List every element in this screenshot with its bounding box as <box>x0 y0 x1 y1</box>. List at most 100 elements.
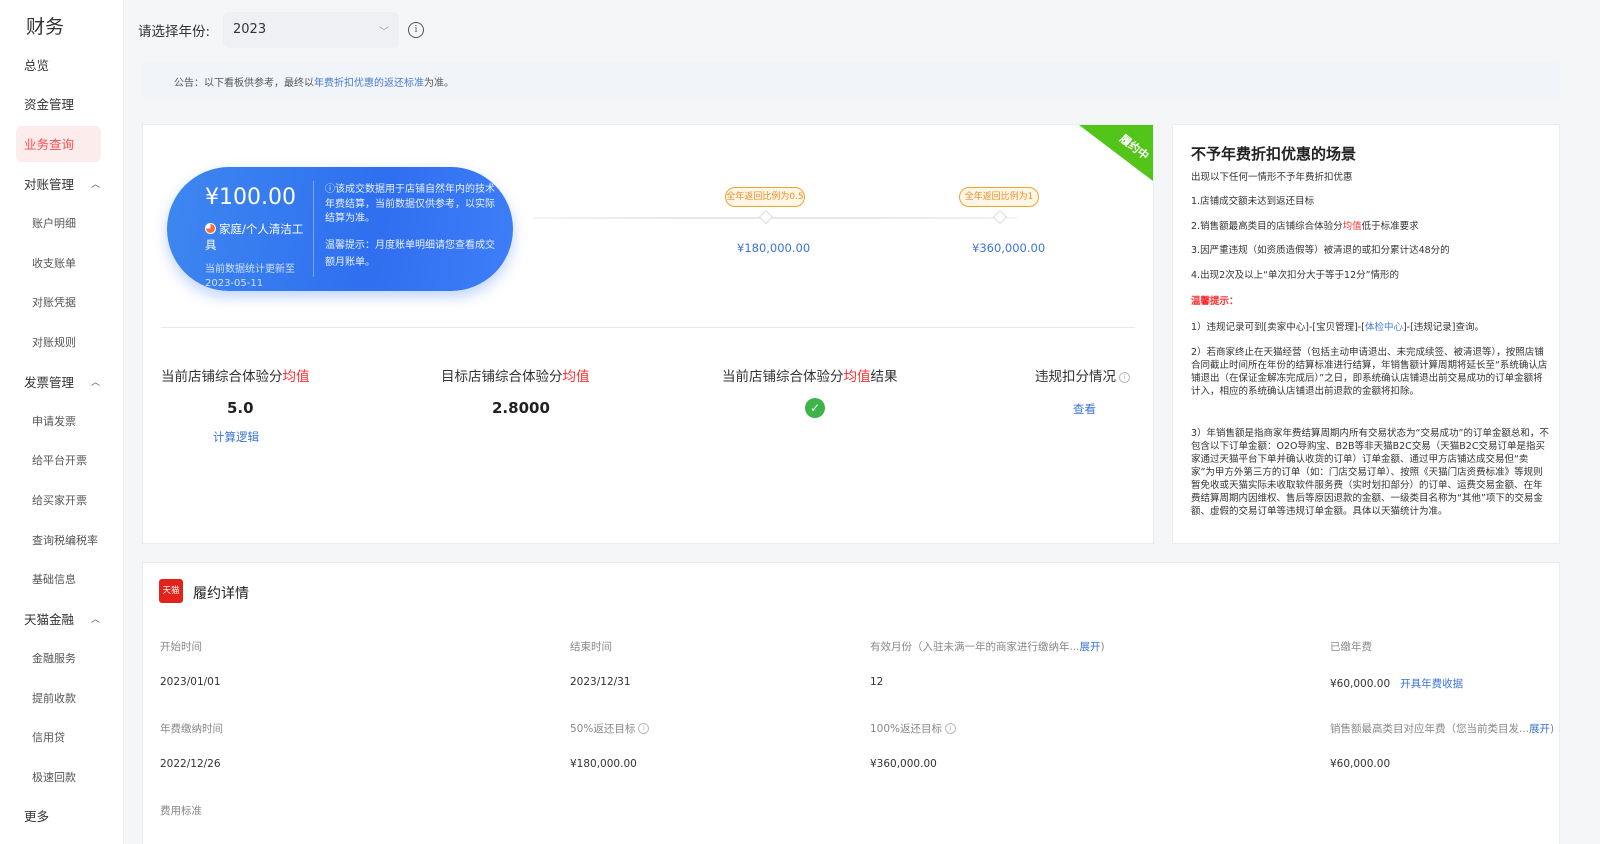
score-result-label: 当前店铺综合体验分均值结果 <box>722 369 898 385</box>
tip-item: 2）若商家终止在天猫经营（包括主动申请退出、未完成续签、被清退等），按照店铺合同… <box>1191 347 1548 397</box>
category-name: 家庭/个人清洁工具 <box>205 222 304 252</box>
tip-item: 3）年销售额是指商家年费结算周期内所有交易状态为“交易成功”的订单金额总和，不包… <box>1191 428 1549 517</box>
chevron-up-icon: ︿ <box>91 180 101 190</box>
sidebar-item-more[interactable]: 更多 <box>24 807 49 827</box>
summary-tip: 温馨提示：月度账单明细请您查看成交额月账单。 <box>325 240 495 268</box>
sidebar-group-label: 对账管理 <box>24 177 75 192</box>
sidebar-item-overview[interactable]: 总览 <box>24 56 49 76</box>
info-icon: i <box>638 723 650 734</box>
panel-title: 不予年费折扣优惠的场景 <box>1191 145 1357 163</box>
paid-fee-label: 已缴年费 <box>1330 641 1372 653</box>
sidebar-item-rules[interactable]: 对账规则 <box>32 334 76 352</box>
full-return-target-value: ¥360,000.00 <box>870 758 937 770</box>
info-icon: i <box>945 723 957 734</box>
expand-link[interactable]: 展开 <box>1529 723 1550 735</box>
target-score-label: 目标店铺综合体验分均值 <box>441 369 590 385</box>
sidebar-group-reconciliation[interactable]: 对账管理 ︿ <box>24 175 104 195</box>
divider <box>313 181 314 277</box>
sidebar-item-tax-rate[interactable]: 查询税编税率 <box>32 532 98 550</box>
sidebar-item-account-detail[interactable]: 账户明细 <box>32 215 76 233</box>
info-icon[interactable]: i <box>408 22 424 38</box>
rule-item: 4.出现2次及以上“单次扣分大于等于12分”情形的 <box>1191 270 1400 281</box>
current-score-value: 5.0 <box>227 399 254 417</box>
summary-note: ⓘ该成交数据用于店铺自然年内的技术年费结算，当前数据仅供参考，以实际结算为准。 <box>325 184 495 224</box>
top-category-fee-value: ¥60,000.00 <box>1330 758 1391 770</box>
chevron-down-icon: ﹀ <box>379 27 389 38</box>
sidebar-item-invoice-platform[interactable]: 给平台开票 <box>32 452 87 470</box>
tmall-logo: 天猫 <box>159 579 183 603</box>
sidebar-item-invoice-buyer[interactable]: 给买家开票 <box>32 492 87 510</box>
chevron-up-icon: ︿ <box>91 615 101 625</box>
top-category-fee-label: 销售额最高类目对应年费（您当前类目发...展开) <box>1330 723 1555 735</box>
milestone-half-marker <box>758 209 774 225</box>
issue-receipt-link[interactable]: 开具年费收据 <box>1400 678 1463 690</box>
year-value: 2023 <box>233 22 267 37</box>
fee-payment-time-label: 年费缴纳时间 <box>160 723 223 735</box>
divider <box>161 327 1135 328</box>
half-return-target-value: ¥180,000.00 <box>570 758 637 770</box>
notice-link[interactable]: 年费折扣优惠的返还标准 <box>314 78 424 89</box>
rule-item: 1.店铺成交额未达到返还目标 <box>1191 196 1315 207</box>
milestone-full-amount: ¥360,000.00 <box>972 241 1046 255</box>
sidebar-item-vouchers[interactable]: 对账凭据 <box>32 294 76 312</box>
tip-item: 1）违规记录可到[卖家中心]-[宝贝管理]-[体检中心]-[违规记录]查询。 <box>1191 322 1485 333</box>
info-icon: i <box>1119 372 1130 383</box>
check-icon: ✓ <box>805 398 825 418</box>
sidebar-item-apply-invoice[interactable]: 申请发票 <box>32 413 76 431</box>
start-time-value: 2023/01/01 <box>160 676 221 688</box>
sidebar-item-business-query[interactable]: 业务查询 <box>16 126 101 162</box>
sidebar-item-credit-loan[interactable]: 信用贷 <box>32 729 65 747</box>
sidebar-group-invoice[interactable]: 发票管理 ︿ <box>24 373 104 393</box>
milestone-full-label: 全年返回比例为1 <box>959 187 1039 207</box>
sidebar-item-label: 业务查询 <box>24 137 75 152</box>
end-time-label: 结束时间 <box>570 641 612 653</box>
warning-title: 温馨提示： <box>1191 296 1239 307</box>
sidebar-item-funds[interactable]: 资金管理 <box>24 95 74 115</box>
sidebar: 财务 总览 资金管理 业务查询 对账管理 ︿ 账户明细 收支账单 对账凭据 对账… <box>0 0 124 844</box>
notice-suffix: 为准。 <box>424 78 454 89</box>
expand-link[interactable]: 展开 <box>1080 641 1101 653</box>
sidebar-item-early-collection[interactable]: 提前收款 <box>32 690 76 708</box>
year-label: 请选择年份: <box>138 24 211 40</box>
sidebar-item-bills[interactable]: 收支账单 <box>32 255 76 273</box>
performance-card: 履约中 ¥100.00 家庭/个人清洁工具 当前数据统计更新至 2023-05-… <box>142 124 1154 544</box>
valid-months-value: 12 <box>870 676 884 688</box>
milestone-half-label: 全年返回比例为0.5 <box>725 187 805 207</box>
progress-track <box>533 217 1017 219</box>
view-violation-link[interactable]: 查看 <box>1073 401 1096 417</box>
target-score-value: 2.8000 <box>492 399 550 417</box>
full-return-target-label: 100%返还目标 i <box>870 721 957 736</box>
fee-standard-label: 费用标准 <box>160 805 202 817</box>
milestone-full-marker <box>992 209 1008 225</box>
current-score-label: 当前店铺综合体验分均值 <box>161 369 310 385</box>
sidebar-item-fast-payment[interactable]: 极速回款 <box>32 769 76 787</box>
sales-amount: ¥100.00 <box>205 185 296 210</box>
status-ribbon: 履约中 <box>1079 125 1153 181</box>
sidebar-group-label: 天猫金融 <box>24 612 75 627</box>
calc-logic-link[interactable]: 计算逻辑 <box>213 429 259 445</box>
year-select[interactable]: 2023 ﹀ <box>223 12 399 48</box>
end-time-value: 2023/12/31 <box>570 676 631 688</box>
sidebar-item-finance-service[interactable]: 金融服务 <box>32 650 76 668</box>
panel-intro: 出现以下任何一情形不予年费折扣优惠 <box>1191 172 1353 183</box>
violation-label: 违规扣分情况 i <box>1035 365 1130 385</box>
rule-item: 2.销售额最高类目的店铺综合体验分均值低于标准要求 <box>1191 221 1419 232</box>
notice-text: 公告：以下看板供参考，最终以年费折扣优惠的返还标准为准。 <box>174 74 454 89</box>
rule-item: 3.因严重违规（如资质造假等）被清退的或扣分累计达48分的 <box>1191 245 1450 256</box>
sales-summary-pill: ¥100.00 家庭/个人清洁工具 当前数据统计更新至 2023-05-11 ⓘ… <box>167 167 513 291</box>
half-return-target-label: 50%返还目标 i <box>570 721 650 736</box>
milestone-half-amount: ¥180,000.00 <box>737 241 811 255</box>
fulfillment-detail-card: 天猫 履约详情 开始时间 结束时间 有效月份（入驻未满一年的商家进行缴纳年...… <box>142 562 1560 844</box>
paid-fee-value: ¥60,000.00 开具年费收据 <box>1330 678 1464 690</box>
sidebar-title: 财务 <box>26 16 65 38</box>
start-time-label: 开始时间 <box>160 641 202 653</box>
valid-months-label: 有效月份（入驻未满一年的商家进行缴纳年...展开) <box>870 641 1105 653</box>
chevron-up-icon: ︿ <box>91 378 101 388</box>
update-time: 当前数据统计更新至 2023-05-11 <box>205 264 295 289</box>
health-center-link[interactable]: 体检中心 <box>1365 322 1403 333</box>
notice-banner: 公告：以下看板供参考，最终以年费折扣优惠的返还标准为准。 <box>142 62 1560 100</box>
exclusion-rules-panel: 不予年费折扣优惠的场景 出现以下任何一情形不予年费折扣优惠 1.店铺成交额未达到… <box>1172 124 1560 544</box>
sidebar-group-finance[interactable]: 天猫金融 ︿ <box>24 610 104 630</box>
fee-payment-time-value: 2022/12/26 <box>160 758 221 770</box>
sidebar-item-basic-info[interactable]: 基础信息 <box>32 571 76 589</box>
